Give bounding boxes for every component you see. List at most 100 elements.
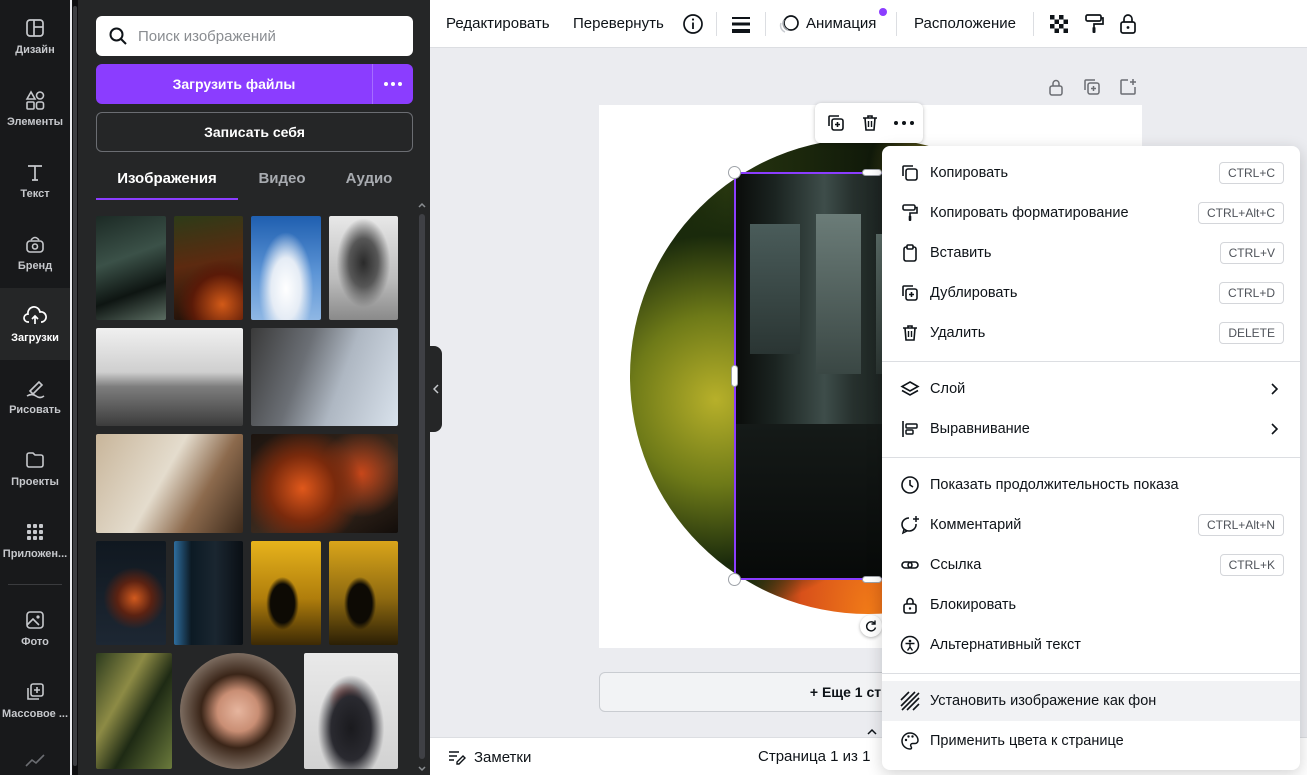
upload-files-button[interactable]: Загрузить файлы — [96, 64, 372, 104]
comment-icon — [901, 516, 919, 535]
resize-handle-bottom-left[interactable] — [728, 573, 741, 586]
menu-item-label: Комментарий — [930, 517, 1022, 533]
rail-item-text[interactable]: Текст — [0, 144, 70, 216]
design-icon — [26, 18, 44, 37]
menu-item-label: Копировать форматирование — [930, 205, 1129, 221]
menu-item-layer[interactable]: Слой — [882, 369, 1300, 409]
text-icon — [28, 164, 42, 181]
info-icon[interactable] — [681, 12, 705, 36]
palette-icon — [901, 732, 919, 750]
animation-button[interactable]: Анимация — [806, 0, 876, 48]
image-thumbnail[interactable] — [96, 653, 172, 769]
image-thumbnail[interactable] — [96, 541, 166, 645]
image-thumbnail[interactable] — [96, 216, 166, 320]
menu-item-paste[interactable]: Вставить CTRL+V — [882, 233, 1300, 273]
image-thumbnail[interactable] — [96, 434, 243, 533]
image-thumbnail[interactable] — [329, 541, 398, 645]
animation-icon — [779, 15, 799, 33]
transparency-icon[interactable] — [1047, 12, 1071, 36]
image-thumbnail-circle[interactable] — [180, 653, 296, 769]
paint-roller-icon[interactable] — [1082, 12, 1106, 36]
search-input[interactable]: Поиск изображений — [96, 16, 413, 56]
menu-item-comment[interactable]: Комментарий CTRL+Alt+N — [882, 505, 1300, 545]
trash-icon[interactable] — [860, 113, 880, 133]
lock-icon[interactable] — [1116, 12, 1140, 36]
tab-video[interactable]: Видео — [248, 170, 316, 200]
resize-handle-top-left[interactable] — [728, 166, 741, 179]
image-thumbnail[interactable] — [251, 216, 321, 320]
rail-item-elements[interactable]: Элементы — [0, 72, 70, 144]
add-page-icon[interactable] — [1118, 77, 1138, 97]
menu-item-align[interactable]: Выравнивание — [882, 409, 1300, 449]
collapse-panel-button[interactable] — [430, 346, 442, 432]
menu-item-set-as-background[interactable]: Установить изображение как фон — [882, 681, 1300, 721]
chart-icon — [25, 754, 45, 767]
notes-label: Заметки — [474, 748, 532, 766]
menu-item-label: Применить цвета к странице — [930, 733, 1124, 749]
resize-handle-bottom[interactable] — [862, 576, 882, 583]
page-indicator[interactable]: Страница 1 из 1 — [758, 738, 870, 775]
rail-item-label: Рисовать — [9, 403, 61, 416]
rail-item-label: Дизайн — [15, 43, 55, 56]
menu-item-delete[interactable]: Удалить DELETE — [882, 313, 1300, 353]
rotate-handle[interactable] — [860, 615, 882, 637]
edit-button[interactable]: Редактировать — [446, 0, 550, 48]
upload-more-button[interactable] — [373, 64, 413, 104]
record-yourself-button[interactable]: Записать себя — [96, 112, 413, 152]
menu-item-copy[interactable]: Копировать CTRL+C — [882, 153, 1300, 193]
duplicate-icon[interactable] — [826, 113, 846, 133]
tab-images[interactable]: Изображения — [96, 170, 238, 200]
rail-item-uploads[interactable]: Загрузки — [0, 288, 70, 360]
page-lock-icon[interactable] — [1046, 77, 1066, 97]
elements-icon — [25, 89, 45, 110]
flip-button[interactable]: Перевернуть — [573, 0, 664, 48]
menu-item-apply-colors[interactable]: Применить цвета к странице — [882, 721, 1300, 761]
position-button[interactable]: Расположение — [914, 0, 1016, 48]
page-duplicate-icon[interactable] — [1082, 77, 1102, 97]
new-feature-dot — [879, 8, 887, 16]
menu-divider — [882, 457, 1300, 458]
image-thumbnail[interactable] — [174, 216, 243, 320]
chevron-right-icon — [1271, 383, 1279, 395]
resize-handle-left[interactable] — [731, 365, 738, 387]
rail-item-brand[interactable]: Бренд — [0, 216, 70, 288]
rail-item-draw[interactable]: Рисовать — [0, 360, 70, 432]
bulk-create-icon — [27, 682, 44, 700]
menu-item-show-timing[interactable]: Показать продолжительность показа — [882, 465, 1300, 505]
image-thumbnail[interactable] — [251, 434, 398, 533]
image-thumbnail[interactable] — [251, 541, 321, 645]
rail-item-apps[interactable]: Приложен... — [0, 504, 70, 576]
image-thumbnail[interactable] — [174, 541, 243, 645]
image-thumbnail[interactable] — [329, 216, 398, 320]
rail-item-design[interactable]: Дизайн — [0, 0, 70, 72]
image-thumbnail[interactable] — [96, 328, 243, 426]
chevron-up-icon[interactable] — [866, 728, 878, 736]
menu-item-alt-text[interactable]: Альтернативный текст — [882, 625, 1300, 665]
notes-button[interactable]: Заметки — [446, 738, 531, 775]
menu-item-label: Ссылка — [930, 557, 982, 573]
rail-item-photos[interactable]: Фото — [0, 592, 70, 664]
more-dots-icon — [384, 82, 402, 86]
apps-grid-icon — [27, 523, 43, 540]
rail-item-label: Элементы — [6, 115, 64, 128]
notes-icon — [449, 751, 466, 765]
more-dots-icon[interactable] — [894, 121, 914, 125]
menu-item-lock[interactable]: Блокировать — [882, 585, 1300, 625]
panel-scrollbar[interactable] — [416, 200, 428, 775]
image-thumbnail[interactable] — [304, 653, 398, 769]
context-menu: Копировать CTRL+C Копировать форматирова… — [882, 146, 1300, 770]
rail-item-bulk-create[interactable]: Массовое ... — [0, 664, 70, 736]
draw-icon — [26, 380, 45, 398]
keyboard-shortcut: CTRL+Alt+N — [1197, 514, 1284, 536]
lock-icon — [903, 597, 917, 614]
rail-item-projects[interactable]: Проекты — [0, 432, 70, 504]
image-thumbnail[interactable] — [251, 328, 398, 426]
menu-item-duplicate[interactable]: Дублировать CTRL+D — [882, 273, 1300, 313]
menu-item-link[interactable]: Ссылка CTRL+K — [882, 545, 1300, 585]
tab-audio[interactable]: Аудио — [334, 170, 404, 200]
border-style-icon[interactable] — [729, 12, 753, 36]
resize-handle-top[interactable] — [862, 169, 882, 176]
link-icon — [901, 561, 919, 569]
menu-item-copy-style[interactable]: Копировать форматирование CTRL+Alt+C — [882, 193, 1300, 233]
keyboard-shortcut: DELETE — [1219, 322, 1284, 344]
